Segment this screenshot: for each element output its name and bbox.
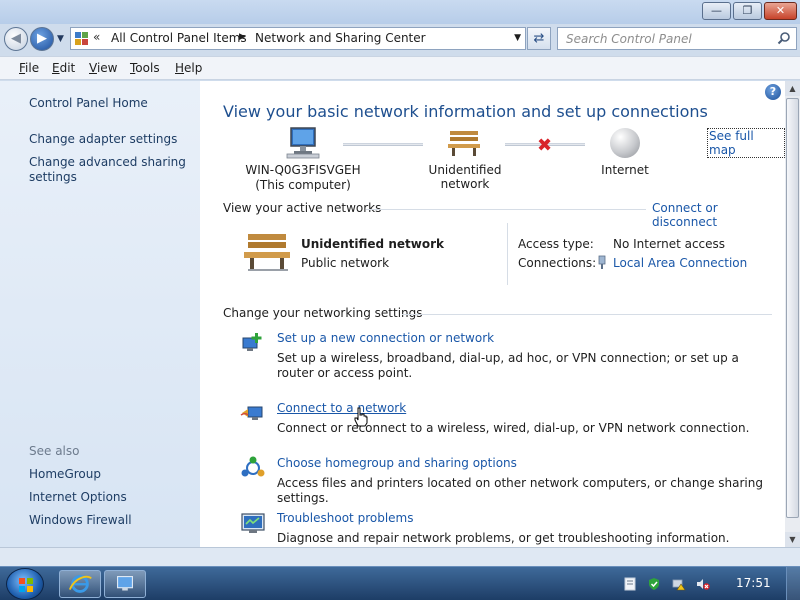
- connections-label: Connections:: [518, 256, 597, 270]
- menu-bar: File Edit View Tools Help: [0, 56, 800, 80]
- divider: [402, 314, 772, 315]
- new-connection-icon: [242, 333, 262, 351]
- troubleshoot-problems-link[interactable]: Troubleshoot problems: [277, 511, 413, 525]
- internet-explorer-icon: [68, 575, 92, 593]
- local-area-connection-link[interactable]: Local Area Connection: [613, 256, 747, 270]
- address-bar[interactable]: « All Control Panel Items ▶ Network and …: [70, 27, 526, 50]
- breadcrumb-all-control-panel-items[interactable]: All Control Panel Items: [111, 31, 247, 45]
- vertical-scrollbar[interactable]: ▲ ▼: [785, 81, 800, 547]
- windows-logo-icon: [19, 578, 33, 592]
- connect-network-icon: [240, 406, 263, 420]
- shield-check-icon[interactable]: [647, 577, 661, 591]
- close-button[interactable]: ✕: [764, 2, 797, 20]
- computer-icon[interactable]: [286, 127, 320, 159]
- network-location-type[interactable]: Public network: [301, 256, 389, 270]
- menu-edit[interactable]: Edit: [52, 61, 75, 75]
- scroll-up-arrow-icon[interactable]: ▲: [785, 81, 800, 96]
- menu-tools[interactable]: Tools: [130, 61, 160, 75]
- network-warning-icon[interactable]: [672, 577, 686, 591]
- control-panel-home-link[interactable]: Control Panel Home: [29, 96, 148, 110]
- forward-button[interactable]: ▶: [30, 27, 54, 51]
- troubleshoot-icon: [241, 513, 265, 533]
- task-description: Diagnose and repair network problems, or…: [277, 531, 730, 545]
- internet-globe-icon[interactable]: [610, 128, 640, 158]
- public-network-bench-icon[interactable]: [242, 231, 292, 273]
- maximize-button[interactable]: ❐: [733, 2, 762, 20]
- computer-name: WIN-Q0G3FISVGEH: [245, 163, 361, 177]
- change-advanced-sharing-link[interactable]: Change advanced sharing settings: [29, 155, 189, 185]
- task-description: Connect or reconnect to a wireless, wire…: [277, 421, 750, 435]
- divider: [507, 223, 508, 285]
- taskbar-internet-explorer[interactable]: [59, 570, 101, 598]
- title-bar[interactable]: — ❐ ✕: [0, 0, 800, 24]
- breadcrumb-network-sharing-center[interactable]: Network and Sharing Center: [255, 31, 426, 45]
- menu-file[interactable]: File: [19, 61, 39, 75]
- search-input[interactable]: Search Control Panel: [557, 27, 797, 50]
- network-label: Unidentified network: [428, 163, 502, 191]
- menu-view[interactable]: View: [89, 61, 117, 75]
- main-content: ? View your basic network information an…: [200, 81, 785, 547]
- taskbar: 17:51: [0, 566, 800, 600]
- bench-icon[interactable]: [446, 129, 482, 157]
- divider: [366, 209, 646, 210]
- navigation-bar: ◀ ▶ ▼ « All Control Panel Items ▶ Networ…: [0, 24, 800, 54]
- show-desktop-button[interactable]: [786, 567, 800, 600]
- breadcrumb-separator-icon[interactable]: ▶: [239, 32, 246, 42]
- scrollbar-thumb[interactable]: [786, 98, 799, 518]
- internet-label: Internet: [601, 163, 649, 177]
- system-clock[interactable]: 17:51: [736, 576, 771, 590]
- scroll-down-arrow-icon[interactable]: ▼: [785, 532, 800, 547]
- connect-or-disconnect-link[interactable]: Connect or disconnect: [652, 201, 785, 229]
- recent-pages-dropdown[interactable]: ▼: [57, 34, 64, 44]
- computer-label: WIN-Q0G3FISVGEH (This computer): [243, 163, 363, 193]
- see-also-heading: See also: [29, 444, 80, 458]
- task-pane: Control Panel Home Change adapter settin…: [0, 81, 200, 547]
- access-type-label: Access type:: [518, 237, 594, 251]
- ethernet-plug-icon: [598, 255, 606, 269]
- start-button[interactable]: [6, 568, 44, 600]
- page-title: View your basic network information and …: [223, 102, 708, 121]
- address-overflow-chevron[interactable]: «: [93, 30, 100, 44]
- action-center-icon[interactable]: [623, 577, 637, 591]
- control-panel-icon: [75, 32, 88, 45]
- control-panel-icon: [117, 576, 133, 591]
- connect-to-network-link[interactable]: Connect to a network: [277, 401, 406, 415]
- task-description: Set up a wireless, broadband, dial-up, a…: [277, 351, 739, 380]
- computer-sublabel: (This computer): [255, 178, 351, 192]
- search-icon[interactable]: [777, 31, 791, 45]
- back-button[interactable]: ◀: [4, 27, 28, 51]
- task-description: Access files and printers located on oth…: [277, 476, 763, 505]
- network-name[interactable]: Unidentified network: [301, 237, 444, 251]
- access-type-value: No Internet access: [613, 237, 726, 251]
- setup-connection-link[interactable]: Set up a new connection or network: [277, 331, 494, 345]
- map-link-line: [343, 143, 423, 146]
- refresh-button[interactable]: ⇄: [527, 27, 551, 50]
- homegroup-sharing-link[interactable]: Choose homegroup and sharing options: [277, 456, 517, 470]
- active-networks-heading: View your active networks: [223, 201, 382, 215]
- see-full-map-link[interactable]: See full map: [707, 128, 785, 158]
- hand-pointer-cursor-icon: [354, 407, 368, 427]
- taskbar-control-panel[interactable]: [104, 570, 146, 598]
- address-dropdown-icon[interactable]: ▼: [514, 33, 521, 43]
- no-connection-x-icon[interactable]: ✖: [537, 135, 552, 156]
- menu-help[interactable]: Help: [175, 61, 202, 75]
- network-sharing-center-window: — ❐ ✕ ◀ ▶ ▼ « All Control Panel Items ▶ …: [0, 0, 800, 566]
- status-bar: [0, 547, 800, 566]
- change-settings-heading: Change your networking settings: [223, 306, 423, 320]
- search-placeholder: Search Control Panel: [566, 32, 692, 46]
- internet-options-link[interactable]: Internet Options: [29, 490, 127, 504]
- windows-firewall-link[interactable]: Windows Firewall: [29, 513, 132, 527]
- homegroup-icon: [241, 456, 265, 477]
- help-icon[interactable]: ?: [765, 84, 781, 100]
- homegroup-link[interactable]: HomeGroup: [29, 467, 101, 481]
- volume-muted-icon[interactable]: [696, 577, 710, 591]
- change-adapter-settings-link[interactable]: Change adapter settings: [29, 132, 177, 146]
- minimize-button[interactable]: —: [702, 2, 731, 20]
